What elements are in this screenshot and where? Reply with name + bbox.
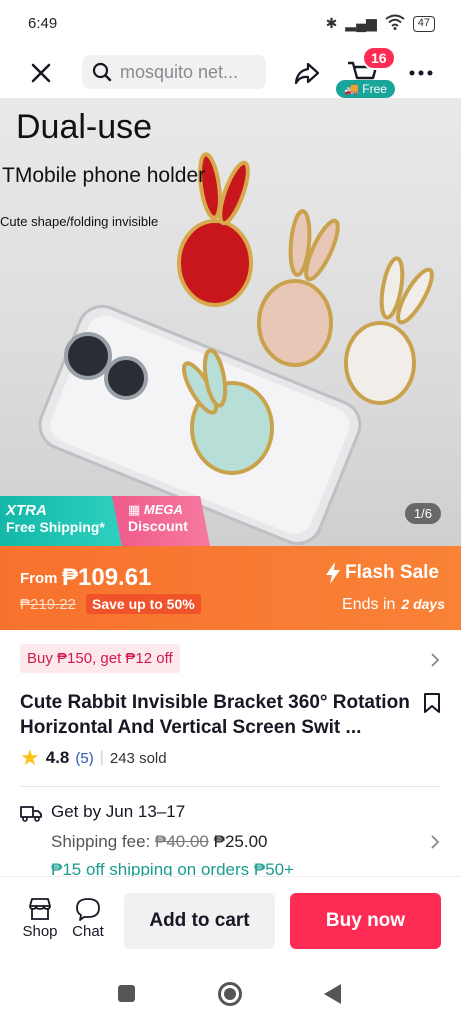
fee-old: ₱40.00 [154,832,209,851]
bluetooth-icon: ✱ [325,15,338,31]
share-icon[interactable] [292,58,322,88]
product-image-carousel[interactable]: Dual-use TMobile phone holder Cute shape… [0,98,461,546]
search-icon [92,62,112,82]
free-chip-label: Free [362,82,387,96]
sale-price: ₱109.61 [62,564,152,591]
mega-title-text: MEGA [143,502,183,517]
back-icon[interactable] [324,984,341,1004]
hero-tagline: Cute shape/folding invisible [0,214,159,229]
chat-label: Chat [72,923,104,940]
xtra-title: XTRA [6,502,47,519]
fee-new: ₱25.00 [213,832,268,851]
signal-icon: ▂▄▆ [345,15,377,31]
promo-chevron-icon[interactable] [430,652,440,668]
wifi-icon [385,14,405,33]
review-count[interactable]: (5) [75,750,93,767]
star-icon: ★ [20,745,40,770]
flash-sale-label: Flash Sale [345,562,439,583]
cart-count-badge: 16 [362,46,396,70]
shop-icon [29,898,51,920]
product-title: Cute Rabbit Invisible Bracket 360° Rotat… [20,692,410,738]
chat-icon [76,898,100,921]
more-options-icon[interactable] [408,60,434,86]
bottom-action-bar: Shop Chat Add to cart Buy now [0,876,461,964]
xtra-sub: Free Shipping* [6,519,105,535]
status-icons: ✱ ▂▄▆ 47 [326,14,435,33]
hero-headline: Dual-use [16,108,153,146]
divider [20,786,440,787]
home-icon[interactable] [218,982,242,1006]
xtra-shipping-badge: XTRA Free Shipping* [0,496,124,546]
truck-icon [20,806,42,822]
mega-discount-badge: ▦ MEGA Discount [112,496,210,546]
ends-in: Ends in 2 days [342,596,445,614]
original-price: ₱219.22 [20,596,76,613]
buy-now-button[interactable]: Buy now [290,893,441,949]
mega-sub: Discount [128,518,188,534]
delivery-estimate: Get by Jun 13–17 [51,802,186,821]
sold-count: 243 sold [109,749,167,767]
rating-separator: | [99,749,104,766]
search-input[interactable]: mosquito net... [82,55,266,89]
save-badge: Save up to 50% [86,594,201,614]
system-nav-bar [0,964,461,1024]
recents-icon[interactable] [118,985,135,1002]
lightning-icon [326,562,340,584]
search-text: mosquito net... [120,61,239,82]
mega-title: ▦ MEGA [128,502,183,517]
rating-row[interactable]: ★ 4.8 (5) | 243 sold [20,745,167,770]
rating-value: 4.8 [45,748,70,767]
close-icon[interactable] [26,58,56,88]
add-to-cart-button[interactable]: Add to cart [124,893,275,949]
shop-button[interactable]: Shop [20,897,60,940]
status-time: 6:49 [28,15,58,32]
shipping-fee: Shipping fee: ₱40.00 ₱25.00 [51,832,268,852]
flash-sale-title: Flash Sale [325,562,439,584]
flash-sale-banner: From ₱109.61 ₱219.22 Save up to 50% Flas… [0,546,461,630]
free-shipping-chip: 🚚 Free [336,80,395,98]
battery-icon: 47 [412,15,435,32]
image-counter: 1/6 [404,503,441,524]
bookmark-icon[interactable] [422,692,442,714]
top-bar: mosquito net... 16 🚚 Free [0,46,461,98]
chat-button[interactable]: Chat [68,897,108,940]
shop-label: Shop [22,923,58,940]
hero-subline: TMobile phone holder [2,164,206,187]
ends-label: Ends in [342,596,396,613]
from-label: From [20,570,58,587]
status-bar: 6:49 ✱ ▂▄▆ 47 [0,0,461,48]
ends-value: 2 days [401,596,445,612]
shipping-chevron-icon[interactable] [430,834,440,850]
promo-coupon[interactable]: Buy ₱150, get ₱12 off [20,644,180,673]
fee-label: Shipping fee: [51,832,151,851]
